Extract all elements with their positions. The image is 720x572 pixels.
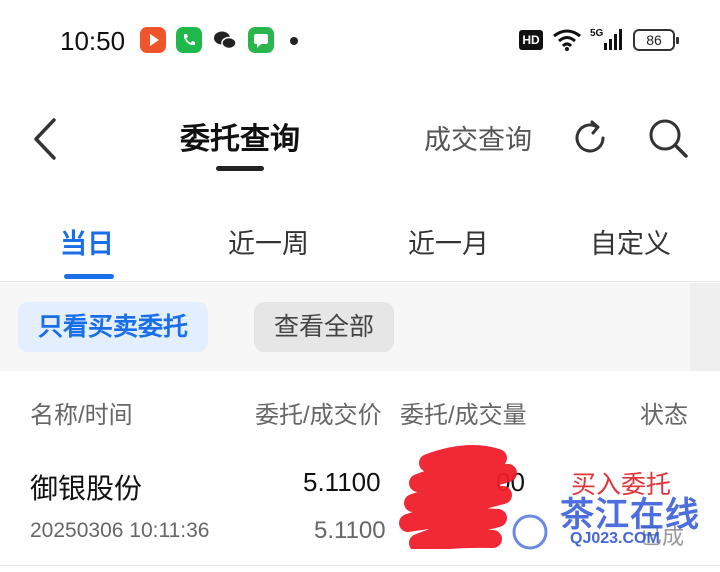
wifi-icon	[553, 29, 581, 51]
order-time: 20250306 10:11:36	[30, 519, 210, 542]
stock-name: 御银股份	[30, 473, 143, 504]
wechat-icon	[212, 27, 238, 53]
date-range-tabs: 当日 近一周 近一月 自定义	[0, 200, 720, 282]
filter-buy-sell-button[interactable]: 只看买卖委托	[18, 302, 209, 352]
watermark-text: 茶江在线	[560, 496, 700, 534]
tab-custom[interactable]: 自定义	[590, 222, 671, 261]
video-app-icon	[140, 27, 166, 53]
tab-entrust-query[interactable]: 委托查询	[180, 114, 300, 158]
order-price: 5.1100	[303, 467, 381, 497]
back-arrow-icon[interactable]	[28, 114, 68, 164]
signal-icon: 5G	[590, 28, 622, 50]
search-icon[interactable]	[646, 116, 690, 160]
svg-text:5G: 5G	[590, 28, 604, 39]
header-name-time: 名称/时间	[30, 402, 133, 429]
message-app-icon	[248, 27, 274, 53]
watermark-url: QJ023.COM	[570, 530, 660, 547]
tab-week[interactable]: 近一周	[228, 222, 309, 261]
status-bar: 10:50 HD 5G 86	[0, 0, 720, 80]
tab-deal-query[interactable]: 成交查询	[424, 118, 532, 157]
phone-app-icon	[176, 27, 202, 53]
notification-dot-icon	[290, 37, 298, 45]
header-price: 委托/成交价	[255, 402, 382, 429]
hd-badge: HD	[519, 30, 543, 50]
filter-side-panel	[690, 283, 720, 371]
refresh-icon[interactable]	[570, 118, 610, 158]
filter-bar: 只看买卖委托 查看全部	[0, 283, 690, 371]
table-header: 名称/时间 委托/成交价 委托/成交量 状态	[0, 371, 720, 441]
header-status: 状态	[640, 402, 688, 429]
header-qty: 委托/成交量	[400, 402, 527, 429]
nav-bar: 委托查询 成交查询	[0, 90, 720, 180]
battery-icon: 86	[633, 29, 679, 51]
tab-active-indicator	[64, 274, 114, 279]
tab-today[interactable]: 当日	[60, 222, 114, 261]
deal-price: 5.1100	[314, 517, 386, 544]
status-time: 10:50	[60, 26, 126, 56]
nav-active-indicator	[216, 166, 264, 171]
tab-month[interactable]: 近一月	[408, 222, 489, 261]
filter-all-button[interactable]: 查看全部	[254, 302, 395, 352]
